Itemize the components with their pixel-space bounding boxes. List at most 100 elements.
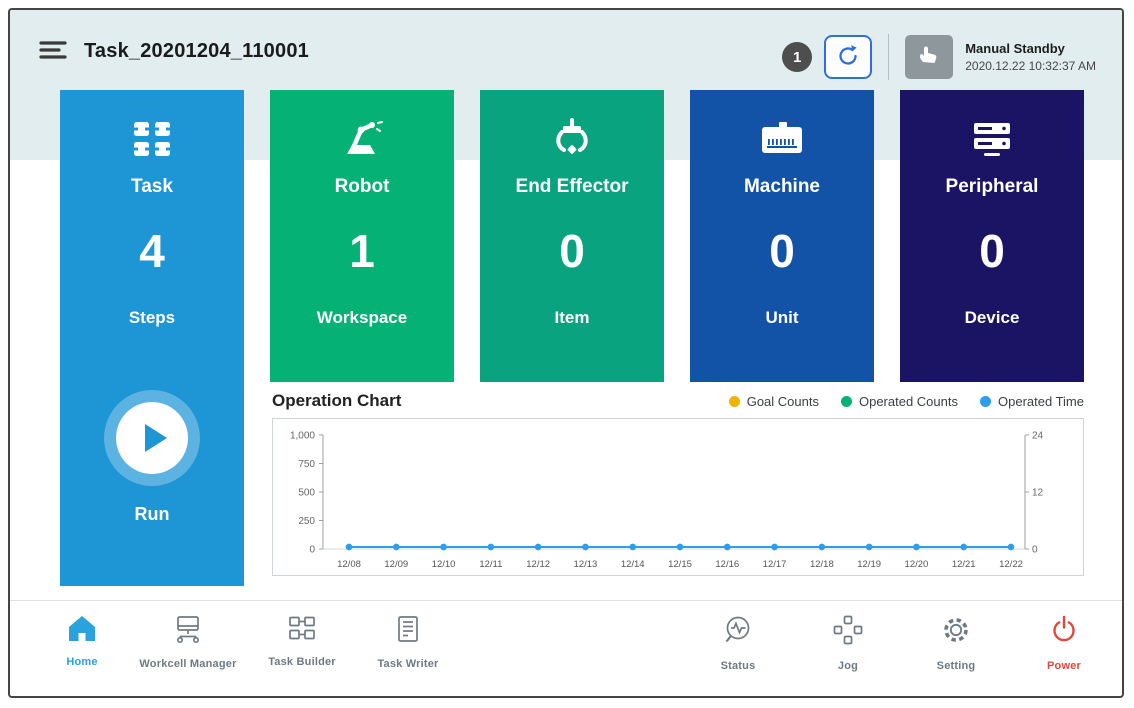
nav-label: Jog — [838, 660, 858, 672]
legend-item: Operated Time — [980, 394, 1084, 409]
robot-arm-icon — [339, 116, 385, 162]
card-label: End Effector — [516, 176, 629, 198]
card-label: Task — [131, 176, 173, 198]
operation-chart-plot: 02505007501,0000122412/0812/0912/1012/11… — [273, 419, 1083, 575]
svg-text:0: 0 — [309, 545, 315, 556]
card-sublabel: Item — [555, 308, 590, 328]
mode-status: Manual Standby 2020.12.22 10:32:37 AM — [965, 41, 1096, 73]
chart-legend: Goal Counts Operated Counts Operated Tim… — [729, 394, 1084, 409]
nav-task-builder[interactable]: Task Builder — [242, 614, 362, 668]
card-value: 4 — [139, 224, 165, 278]
legend-dot — [729, 396, 740, 407]
menu-icon — [38, 39, 68, 66]
nav-divider — [10, 600, 1122, 601]
nav-label: Task Builder — [268, 656, 336, 668]
svg-text:12/20: 12/20 — [905, 559, 929, 570]
mode-label: Manual Standby — [965, 41, 1096, 56]
menu-button[interactable] — [36, 34, 70, 70]
header-divider — [888, 34, 889, 80]
notification-badge[interactable]: 1 — [782, 42, 812, 72]
page-title: Task_20201204_110001 — [84, 40, 309, 63]
app-window: Task_20201204_110001 1 — [8, 8, 1124, 698]
nav-status[interactable]: Status — [678, 614, 798, 672]
svg-text:12/08: 12/08 — [337, 559, 361, 570]
reset-button[interactable] — [824, 35, 872, 79]
nav-workcell-manager[interactable]: Workcell Manager — [128, 614, 248, 670]
card-sublabel: Unit — [765, 308, 798, 328]
setting-icon — [940, 614, 972, 651]
svg-text:12/22: 12/22 — [999, 559, 1023, 570]
nav-task-writer[interactable]: Task Writer — [348, 614, 468, 670]
workcell-manager-icon — [172, 614, 204, 649]
nav-label: Setting — [937, 660, 976, 672]
svg-text:0: 0 — [1032, 545, 1038, 556]
header-right: 1 Manual Standby 2020.1 — [782, 34, 1096, 80]
card-value: 0 — [979, 224, 1005, 278]
nav-jog[interactable]: Jog — [788, 614, 908, 672]
nav-label: Power — [1047, 660, 1081, 672]
svg-text:750: 750 — [298, 459, 315, 470]
card-value: 0 — [769, 224, 795, 278]
svg-text:12/21: 12/21 — [952, 559, 976, 570]
peripheral-icon — [970, 116, 1014, 162]
svg-text:1,000: 1,000 — [290, 431, 315, 442]
svg-text:250: 250 — [298, 516, 315, 527]
run-label: Run — [135, 504, 170, 525]
nav-home[interactable]: Home — [22, 614, 142, 668]
legend-item: Goal Counts — [729, 394, 819, 409]
robot-card[interactable]: Robot 1 Workspace — [270, 90, 454, 382]
reset-icon — [835, 43, 861, 72]
datetime: 2020.12.22 10:32:37 AM — [965, 59, 1096, 73]
svg-text:500: 500 — [298, 488, 315, 499]
nav-setting[interactable]: Setting — [896, 614, 1016, 672]
nav-label: Home — [66, 656, 97, 668]
svg-text:12/10: 12/10 — [432, 559, 456, 570]
end-effector-card[interactable]: End Effector 0 Item — [480, 90, 664, 382]
run-button[interactable] — [104, 390, 200, 486]
peripheral-card[interactable]: Peripheral 0 Device — [900, 90, 1084, 382]
svg-text:12/12: 12/12 — [526, 559, 550, 570]
chart-header: Operation Chart Goal Counts Operated Cou… — [272, 390, 1084, 412]
svg-text:12/09: 12/09 — [384, 559, 408, 570]
svg-text:12: 12 — [1032, 488, 1044, 499]
card-label: Peripheral — [946, 176, 1039, 198]
jog-icon — [832, 614, 864, 651]
svg-text:12/18: 12/18 — [810, 559, 834, 570]
card-value: 1 — [349, 224, 375, 278]
play-icon — [145, 424, 167, 452]
svg-text:12/15: 12/15 — [668, 559, 692, 570]
nav-label: Workcell Manager — [139, 658, 236, 670]
hand-icon — [916, 42, 942, 73]
chart-title: Operation Chart — [272, 391, 401, 411]
legend-label: Goal Counts — [747, 394, 819, 409]
card-sublabel: Steps — [129, 308, 175, 328]
task-card[interactable]: Task 4 Steps Run — [60, 90, 244, 586]
gripper-icon — [550, 116, 594, 162]
nav-power[interactable]: Power — [1004, 614, 1124, 672]
legend-dot — [980, 396, 991, 407]
nav-label: Task Writer — [377, 658, 438, 670]
legend-dot — [841, 396, 852, 407]
home-icon — [67, 614, 97, 647]
status-icon — [722, 614, 754, 651]
svg-text:24: 24 — [1032, 431, 1044, 442]
card-sublabel: Device — [965, 308, 1020, 328]
svg-text:12/14: 12/14 — [621, 559, 645, 570]
svg-text:12/17: 12/17 — [763, 559, 787, 570]
machine-icon — [759, 116, 805, 162]
card-value: 0 — [559, 224, 585, 278]
card-label: Robot — [335, 176, 390, 198]
svg-text:12/16: 12/16 — [715, 559, 739, 570]
svg-text:12/13: 12/13 — [574, 559, 598, 570]
operation-chart: 02505007501,0000122412/0812/0912/1012/11… — [272, 418, 1084, 576]
legend-label: Operated Counts — [859, 394, 958, 409]
task-writer-icon — [394, 614, 422, 649]
svg-text:12/19: 12/19 — [857, 559, 881, 570]
machine-card[interactable]: Machine 0 Unit — [690, 90, 874, 382]
power-icon — [1049, 614, 1079, 651]
card-sublabel: Workspace — [317, 308, 407, 328]
task-builder-icon — [287, 614, 317, 647]
legend-item: Operated Counts — [841, 394, 958, 409]
legend-label: Operated Time — [998, 394, 1084, 409]
manual-mode-button[interactable] — [905, 35, 953, 79]
